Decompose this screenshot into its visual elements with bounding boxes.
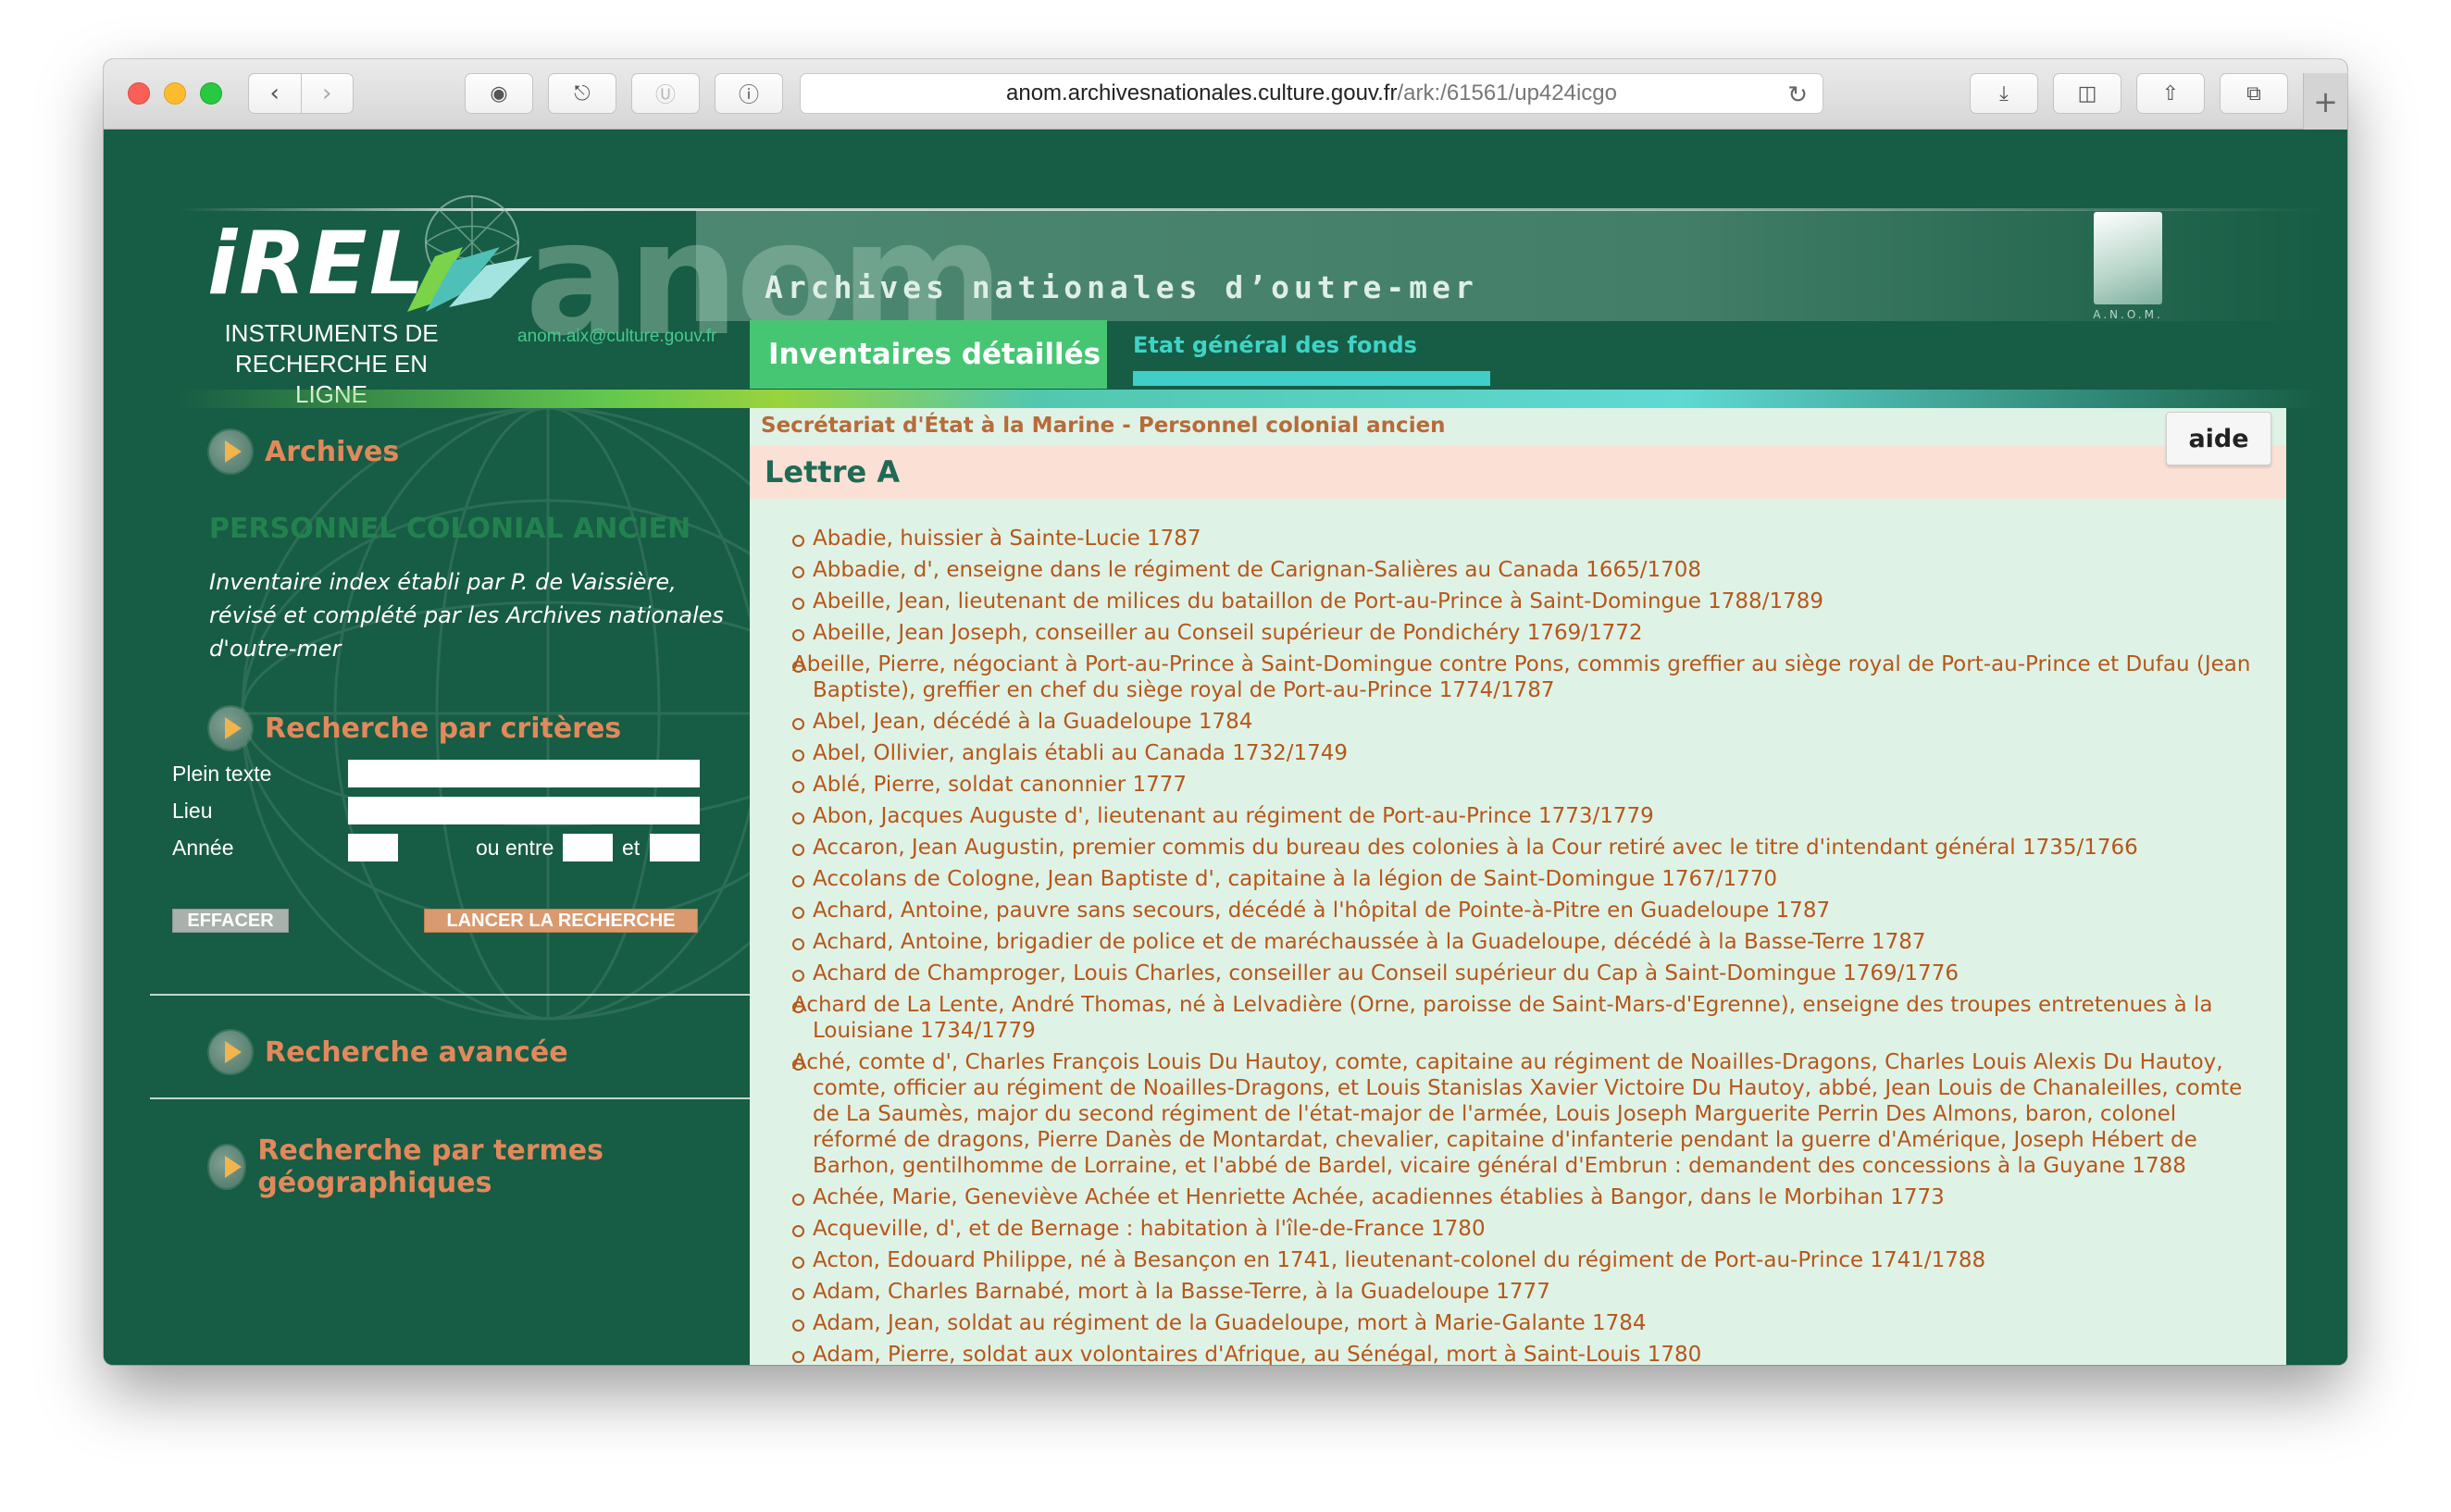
entry-link[interactable]: Abadie, huissier à Sainte-Lucie 1787 xyxy=(792,526,2264,552)
z-icon[interactable]: Ⓤ xyxy=(631,73,700,114)
lieu-input[interactable] xyxy=(348,797,700,824)
download-icon[interactable]: ⤓ xyxy=(1970,73,2038,114)
reload-icon[interactable]: ↻ xyxy=(1787,81,1808,109)
entry-link[interactable]: Acqueville, d', et de Bernage : habitati… xyxy=(792,1216,2264,1242)
archives-label: Archives xyxy=(265,435,400,468)
sidebar-geo-search-link[interactable]: Recherche par termes géographiques xyxy=(209,1134,750,1199)
entry-link[interactable]: Achard de Champroger, Louis Charles, con… xyxy=(792,960,2264,986)
entry-link[interactable]: Ablé, Pierre, soldat canonnier 1777 xyxy=(792,772,2264,798)
et-label: et xyxy=(622,836,641,860)
entry-link[interactable]: Adam, Pierre, soldat aux volontaires d'A… xyxy=(792,1342,2264,1365)
play-bullet-icon xyxy=(209,430,252,473)
address-bar[interactable]: anom.archivesnationales.culture.gouv.fr /… xyxy=(800,73,1823,114)
sidebar-criteria-search-heading[interactable]: Recherche par critères xyxy=(209,707,621,750)
annee-to-input[interactable] xyxy=(650,834,700,861)
entry-link[interactable]: Abon, Jacques Auguste d', lieutenant au … xyxy=(792,803,2264,829)
banner-colorbar xyxy=(178,390,2325,408)
play-bullet-icon xyxy=(209,707,252,750)
entry-link[interactable]: Adam, Charles Barnabé, mort à la Basse-T… xyxy=(792,1279,2264,1305)
entry-link[interactable]: Abeille, Pierre, négociant à Port-au-Pri… xyxy=(772,651,2264,703)
criteria-search-label: Recherche par critères xyxy=(265,712,622,745)
tab-etat-general-underline xyxy=(1133,371,1490,386)
entry-link[interactable]: Accolans de Cologne, Jean Baptiste d', c… xyxy=(792,866,2264,892)
entry-link[interactable]: Abel, Jean, décédé à la Guadeloupe 1784 xyxy=(792,709,2264,735)
entry-link[interactable]: Accaron, Jean Augustin, premier commis d… xyxy=(792,835,2264,861)
geo-search-label: Recherche par termes géographiques xyxy=(257,1134,603,1199)
play-bullet-icon xyxy=(209,1146,245,1188)
letter-heading: Lettre A xyxy=(765,454,901,490)
info-icon[interactable]: ⓘ xyxy=(715,73,783,114)
entry-link[interactable]: Acton, Edouard Philippe, né à Besançon e… xyxy=(792,1247,2264,1273)
entry-link[interactable]: Adam, Jean, soldat au régiment de la Gua… xyxy=(792,1310,2264,1336)
plein-texte-label: Plein texte xyxy=(172,762,272,786)
ghostery-icon[interactable]: ◉ xyxy=(465,73,533,114)
url-path: /ark:/61561/up424icgo xyxy=(1397,81,1617,105)
help-button[interactable]: aide xyxy=(2166,412,2271,465)
anom-subtitle: Archives nationales d’outre-mer xyxy=(765,269,1478,305)
fonds-title: PERSONNEL COLONIAL ANCIEN xyxy=(209,513,691,545)
advanced-search-label: Recherche avancée xyxy=(265,1035,568,1069)
sidebar-divider xyxy=(150,994,750,996)
letter-header-bar xyxy=(750,445,2286,499)
minimize-window-button[interactable] xyxy=(164,82,186,105)
lieu-label: Lieu xyxy=(172,799,213,823)
entry-link[interactable]: Achard, Antoine, pauvre sans secours, dé… xyxy=(792,898,2264,923)
entry-link[interactable]: Achard, Antoine, brigadier de police et … xyxy=(792,929,2264,955)
new-tab-icon[interactable]: + xyxy=(2303,73,2347,130)
annee-from-input[interactable] xyxy=(563,834,613,861)
tabs-icon[interactable]: ⧉ xyxy=(2220,73,2288,114)
launch-search-button[interactable]: LANCER LA RECHERCHE xyxy=(424,909,698,933)
inventory-content: Secrétariat d'État à la Marine - Personn… xyxy=(750,408,2286,1365)
entry-link[interactable]: Achée, Marie, Geneviève Achée et Henriet… xyxy=(792,1184,2264,1210)
site-banner: anom iREL Archives nationales d’outre-me… xyxy=(104,130,2347,408)
entry-link[interactable]: Abel, Ollivier, anglais établi au Canada… xyxy=(792,740,2264,766)
close-window-button[interactable] xyxy=(128,82,150,105)
irel-logo[interactable]: iREL xyxy=(207,214,427,315)
url-domain: anom.archivesnationales.culture.gouv.fr xyxy=(1006,81,1398,105)
breadcrumb[interactable]: Secrétariat d'État à la Marine - Personn… xyxy=(761,414,1446,438)
entry-link[interactable]: Aché, comte d', Charles François Louis D… xyxy=(772,1049,2264,1179)
entry-link[interactable]: Abeille, Jean, lieutenant de milices du … xyxy=(792,589,2264,614)
tab-inventaires-detailles[interactable]: Inventaires détaillés xyxy=(750,320,1107,389)
irel-wing-icon xyxy=(407,195,532,312)
history-nav: ‹ › xyxy=(248,73,354,114)
tab-etat-general-des-fonds[interactable]: Etat général des fonds xyxy=(1133,332,1417,358)
left-sidebar: Archives PERSONNEL COLONIAL ANCIEN Inven… xyxy=(104,408,750,1365)
contact-email-link[interactable]: anom.aix@culture.gouv.fr xyxy=(517,327,716,347)
entry-list: Abadie, huissier à Sainte-Lucie 1787 Abba… xyxy=(792,526,2264,1365)
entry-link[interactable]: Abeille, Jean Joseph, conseiller au Cons… xyxy=(792,620,2264,646)
entry-link[interactable]: Abbadie, d', enseigne dans le régiment d… xyxy=(792,557,2264,583)
anom-globe-logo[interactable] xyxy=(2094,212,2162,304)
fonds-description: Inventaire index établi par P. de Vaissi… xyxy=(209,569,724,662)
sidebar-divider xyxy=(150,1097,750,1099)
web-page: anom iREL Archives nationales d’outre-me… xyxy=(104,130,2347,1365)
entry-link[interactable]: Achard de La Lente, André Thomas, né à L… xyxy=(772,992,2264,1044)
sidebar-archives-link[interactable]: Archives xyxy=(209,430,399,473)
plein-texte-input[interactable] xyxy=(348,760,700,787)
back-icon[interactable]: ‹ xyxy=(249,74,301,113)
anom-logo-label: A.N.O.M. xyxy=(2093,308,2163,321)
annee-label: Année xyxy=(172,836,234,860)
ou-entre-label: ou entre xyxy=(476,836,554,860)
sidebar-advanced-search-link[interactable]: Recherche avancée xyxy=(209,1031,568,1073)
zoom-window-button[interactable] xyxy=(200,82,222,105)
share-icon[interactable]: ⇧ xyxy=(2136,73,2205,114)
clear-button[interactable]: EFFACER xyxy=(172,909,289,933)
browser-toolbar: ‹ › ◉ ⎋ Ⓤ ⓘ anom.archivesnationales.cult… xyxy=(104,59,2347,130)
annee-input[interactable] xyxy=(348,834,398,861)
play-bullet-icon xyxy=(209,1031,252,1073)
readability-icon[interactable]: ⎋ xyxy=(548,73,616,114)
browser-window: ‹ › ◉ ⎋ Ⓤ ⓘ anom.archivesnationales.cult… xyxy=(104,59,2347,1365)
sidebar-icon[interactable]: ◫ xyxy=(2053,73,2121,114)
forward-icon[interactable]: › xyxy=(300,74,354,113)
